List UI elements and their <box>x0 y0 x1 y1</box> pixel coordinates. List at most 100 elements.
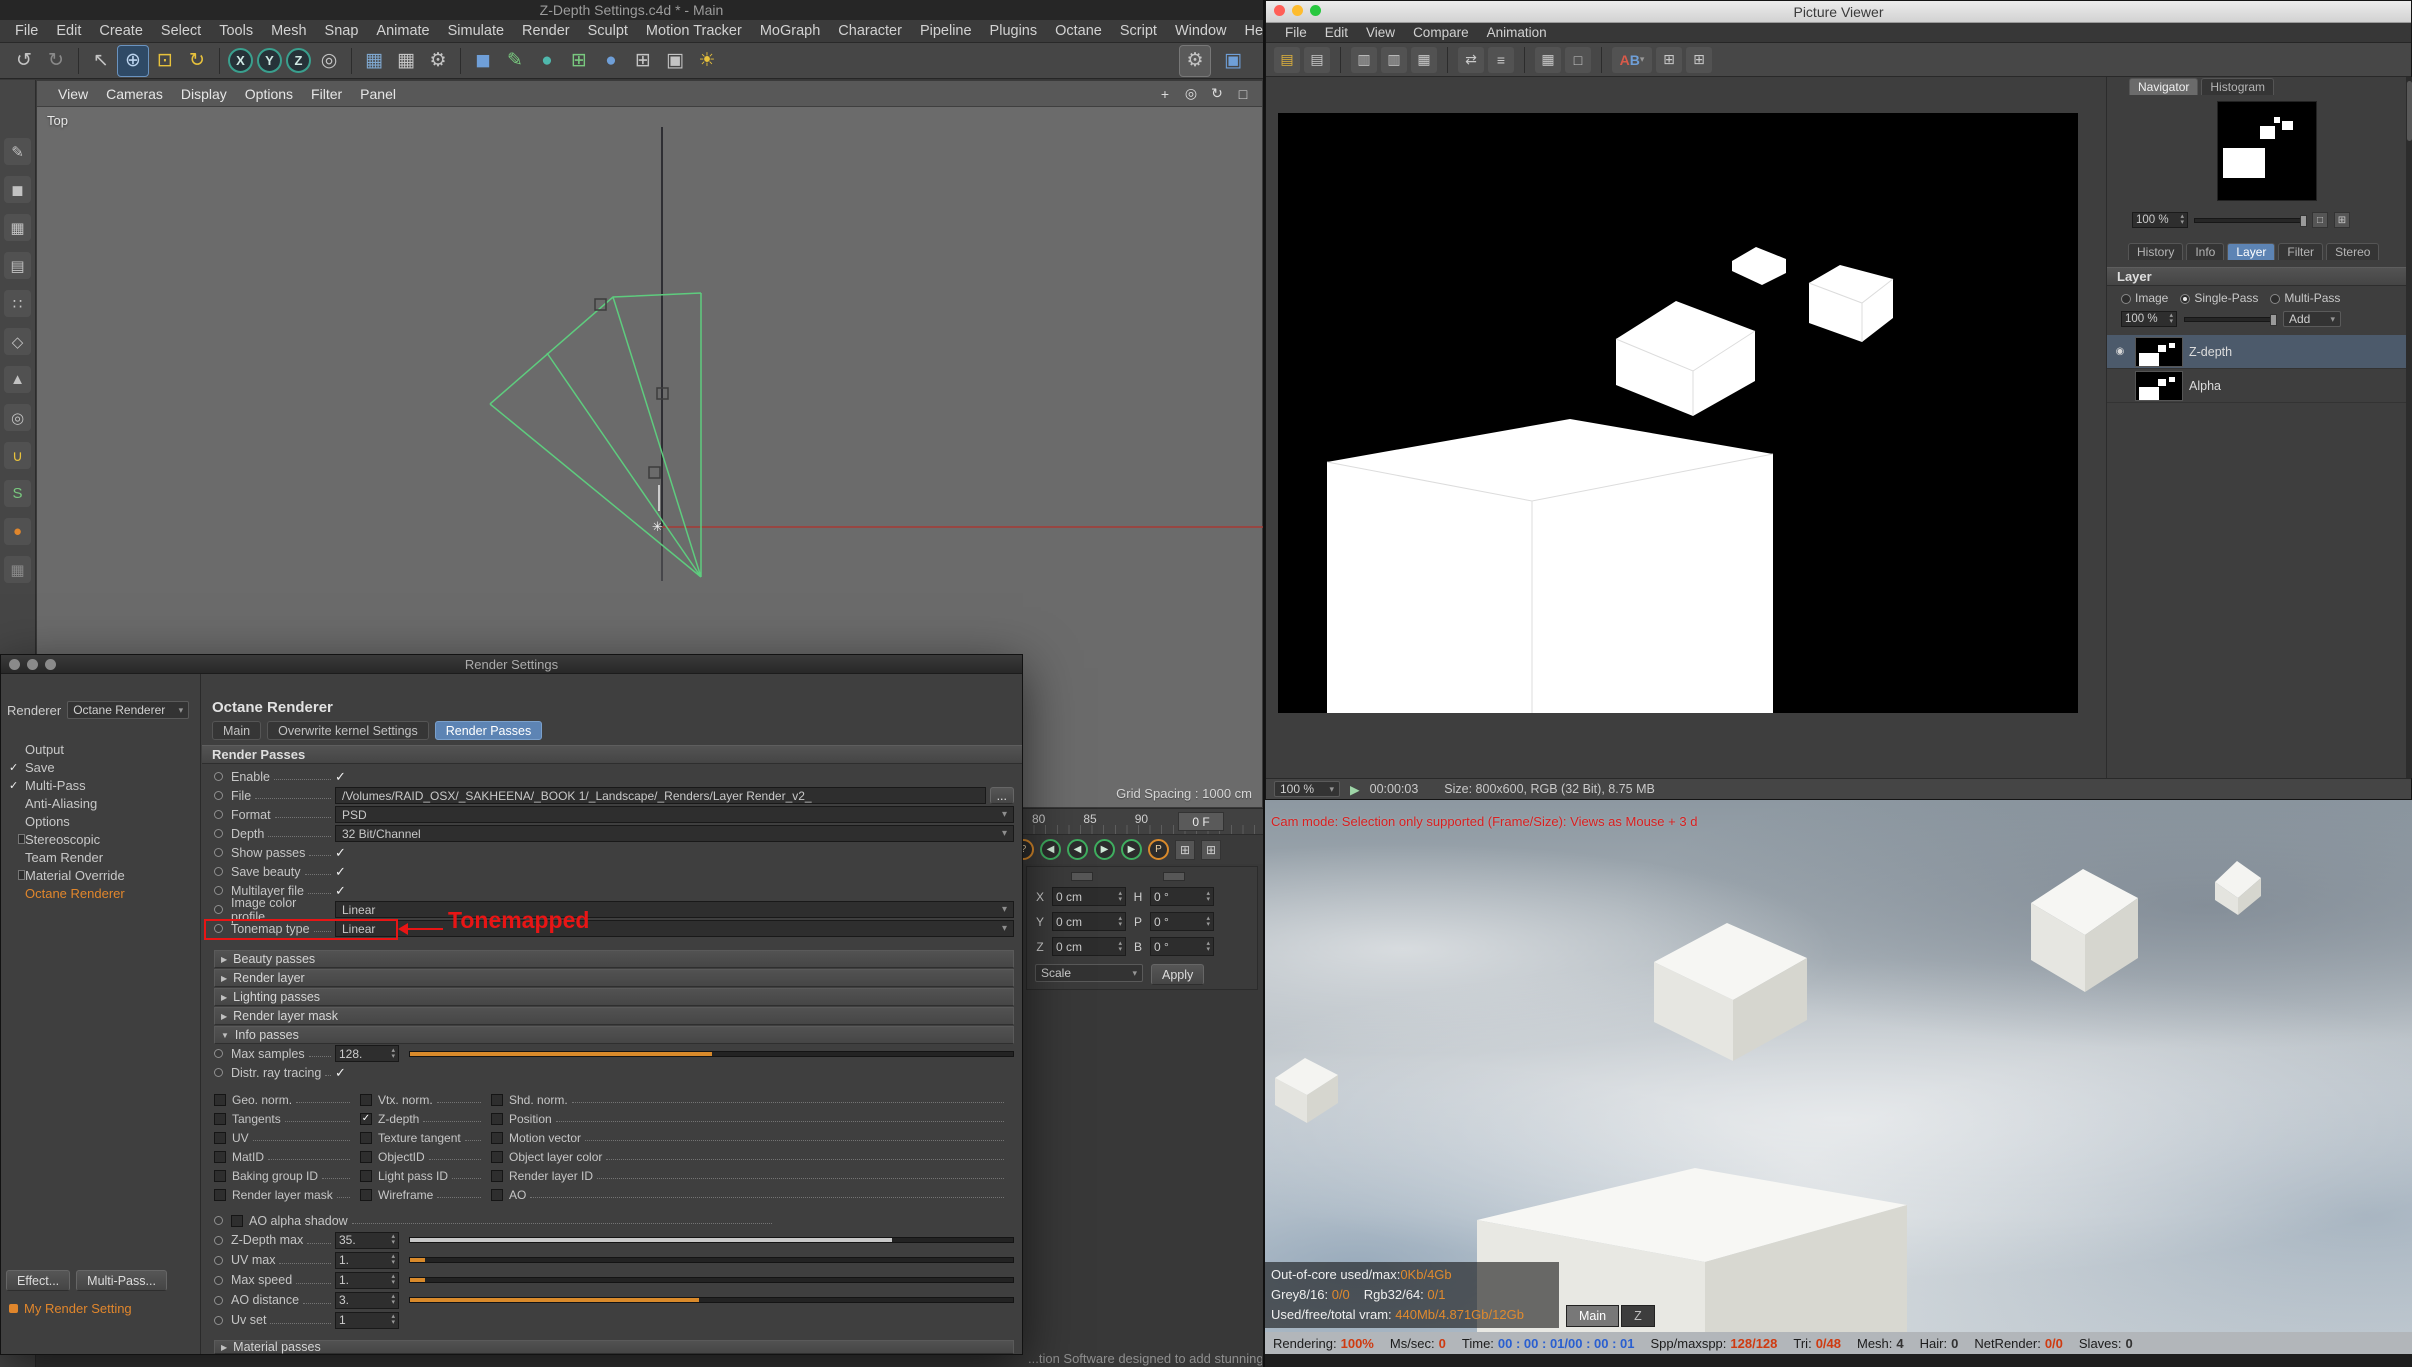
menu-item[interactable]: File <box>1276 25 1316 40</box>
parameter-slider[interactable] <box>409 1277 1014 1283</box>
multi-pass-button[interactable]: Multi-Pass... <box>76 1270 167 1291</box>
render-pass-option[interactable]: ✓ Tangents <box>214 1109 360 1128</box>
render-preset-item[interactable]: My Render Setting <box>9 1301 132 1316</box>
browse-button[interactable]: ... <box>990 787 1014 804</box>
render-settings-tab[interactable]: Overwrite kernel Settings <box>267 721 429 740</box>
tree-item-check[interactable]: ✓ <box>9 833 25 846</box>
render-pass-option[interactable]: ✓ Texture tangent <box>360 1128 491 1147</box>
save-icon[interactable]: ▤ <box>1304 47 1330 73</box>
y-axis-lock-icon[interactable]: Y <box>257 48 282 73</box>
value-field[interactable]: 35. ▴▾ <box>335 1232 399 1249</box>
pass-checkbox[interactable]: ✓ <box>491 1132 503 1144</box>
render-settings-tab[interactable]: Render Passes <box>435 721 542 740</box>
rotation-field[interactable]: 0 ° ▴▾ <box>1150 912 1214 931</box>
collapsed-group-bar[interactable]: ▶ Render layer mask <box>214 1007 1014 1025</box>
undo-icon[interactable]: ↺ <box>8 45 40 77</box>
sidebar-tab[interactable]: Stereo <box>2326 243 2379 260</box>
fit-image-icon[interactable]: □ <box>2312 212 2328 228</box>
render-pass-option[interactable]: ✓ Vtx. norm. <box>360 1090 491 1109</box>
layout-grid-icon[interactable]: ⊞ <box>1175 840 1195 860</box>
effect-button[interactable]: Effect... <box>6 1270 70 1291</box>
menu-item[interactable]: Snap <box>316 23 368 39</box>
render-pass-option[interactable]: ✓ AO <box>491 1185 1014 1204</box>
pass-checkbox[interactable]: ✓ <box>214 1189 226 1201</box>
render-pass-option[interactable]: ✓ Baking group ID <box>214 1166 360 1185</box>
grid-large-icon[interactable]: ⊞ <box>1686 47 1712 73</box>
move-tool-icon[interactable]: ⊕ <box>117 45 149 77</box>
viewport-menu-item[interactable]: View <box>49 86 97 102</box>
position-key-button[interactable]: P <box>1148 839 1169 860</box>
value-field[interactable]: 1. ▴▾ <box>335 1252 399 1269</box>
stepper-icon[interactable]: ▴▾ <box>1118 891 1122 903</box>
convert-image-icon[interactable]: AB▾ <box>1612 47 1652 73</box>
layer-opacity-slider[interactable] <box>2184 317 2276 322</box>
render-pass-option[interactable]: ✓ ObjectID <box>360 1147 491 1166</box>
color-profile-dropdown[interactable]: Linear▾ <box>335 901 1014 918</box>
menu-item[interactable]: Render <box>513 23 579 39</box>
z-axis-lock-icon[interactable]: Z <box>286 48 311 73</box>
minimize-icon[interactable] <box>1292 5 1303 16</box>
info-passes-bar[interactable]: ▼ Info passes <box>214 1026 1014 1044</box>
pass-checkbox[interactable]: ✓ <box>360 1151 372 1163</box>
pass-checkbox[interactable]: ✓ <box>360 1094 372 1106</box>
viewport-menu-item[interactable]: Cameras <box>97 86 172 102</box>
depth-dropdown[interactable]: 32 Bit/Channel▾ <box>335 825 1014 842</box>
settings-tree-item[interactable]: ✓ Output <box>1 740 200 758</box>
collapsed-group-bar[interactable]: ▶ Beauty passes <box>214 950 1014 968</box>
position-field[interactable]: 0 cm ▴▾ <box>1052 887 1126 906</box>
menu-item[interactable]: MoGraph <box>751 23 829 39</box>
close-icon[interactable] <box>1274 5 1285 16</box>
paint-icon[interactable]: ● <box>4 518 31 545</box>
render-pass-option[interactable]: ✓ Wireframe <box>360 1185 491 1204</box>
pass-checkbox[interactable]: ✓ <box>491 1094 503 1106</box>
ram-player-icon[interactable]: ▦ <box>1535 47 1561 73</box>
settings-tree-item[interactable]: ✓ Stereoscopic <box>1 830 200 848</box>
menu-item[interactable]: Sculpt <box>579 23 637 39</box>
enable-checkmark[interactable]: ✓ <box>335 769 346 785</box>
layer-row[interactable]: ◉ Z-depth <box>2107 335 2406 369</box>
menu-item[interactable]: Tools <box>210 23 262 39</box>
value-field[interactable]: 1. ▴▾ <box>335 1272 399 1289</box>
render-pass-option[interactable]: ✓ Geo. norm. <box>214 1090 360 1109</box>
menu-item[interactable]: Character <box>829 23 911 39</box>
navigator-zoom-slider[interactable] <box>2194 218 2306 223</box>
apply-button[interactable]: Apply <box>1151 964 1204 985</box>
picture-viewer-titlebar[interactable]: Picture Viewer <box>1266 1 2411 23</box>
goto-start-button[interactable]: ◀ <box>1040 839 1061 860</box>
stepper-icon[interactable]: ▴▾ <box>1206 891 1210 903</box>
show-passes-row[interactable]: Show passes ✓ <box>214 843 1014 862</box>
zoom-icon[interactable] <box>1310 5 1321 16</box>
viewport-rotate-icon[interactable]: ↻ <box>1206 83 1228 105</box>
compare-icon[interactable]: ⇄ <box>1458 47 1484 73</box>
simulate-icon[interactable]: ● <box>595 45 627 77</box>
settings-tree-item[interactable]: ✓ Material Override <box>1 866 200 884</box>
position-field[interactable]: 0 cm ▴▾ <box>1052 912 1126 931</box>
points-mode-icon[interactable]: ∷ <box>4 290 31 317</box>
max-samples-field[interactable]: 128. ▴▾ <box>335 1045 399 1062</box>
navigator-tab[interactable]: Navigator <box>2129 78 2198 95</box>
menu-item[interactable]: Create <box>90 23 152 39</box>
viewport-menu-item[interactable]: Display <box>172 86 236 102</box>
tree-item-check[interactable]: ✓ <box>9 869 25 882</box>
array-icon[interactable]: ⊞ <box>627 45 659 77</box>
viewport-toggle-icon[interactable]: □ <box>1232 83 1254 105</box>
render-preview[interactable]: Cam mode: Selection only supported (Fram… <box>1265 800 2412 1332</box>
menu-item[interactable]: Simulate <box>439 23 513 39</box>
render-pass-option[interactable]: ✓ Object layer color <box>491 1147 1014 1166</box>
menu-item[interactable]: File <box>6 23 47 39</box>
blend-mode-dropdown[interactable]: Add▾ <box>2283 311 2341 327</box>
tree-item-check[interactable]: ✓ <box>9 743 25 756</box>
light-icon[interactable]: ☀ <box>691 45 723 77</box>
stepper-icon[interactable]: ▴▾ <box>1118 941 1122 953</box>
format-dropdown[interactable]: PSD▾ <box>335 806 1014 823</box>
ao-alpha-checkbox[interactable] <box>231 1215 243 1227</box>
pass-checkbox[interactable]: ✓ <box>491 1151 503 1163</box>
collapsed-group-bar[interactable]: ▶ Lighting passes <box>214 988 1014 1006</box>
render-pass-option[interactable]: ✓ MatID <box>214 1147 360 1166</box>
renderer-dropdown[interactable]: Octane Renderer▾ <box>67 701 189 719</box>
settings-tree-item[interactable]: ✓ Multi-Pass <box>1 776 200 794</box>
minimize-icon[interactable] <box>27 659 38 670</box>
pass-mode-option[interactable]: Single-Pass <box>2180 291 2258 305</box>
polygons-mode-icon[interactable]: ▲ <box>4 366 31 393</box>
make-editable-icon[interactable]: ✎ <box>4 138 31 165</box>
